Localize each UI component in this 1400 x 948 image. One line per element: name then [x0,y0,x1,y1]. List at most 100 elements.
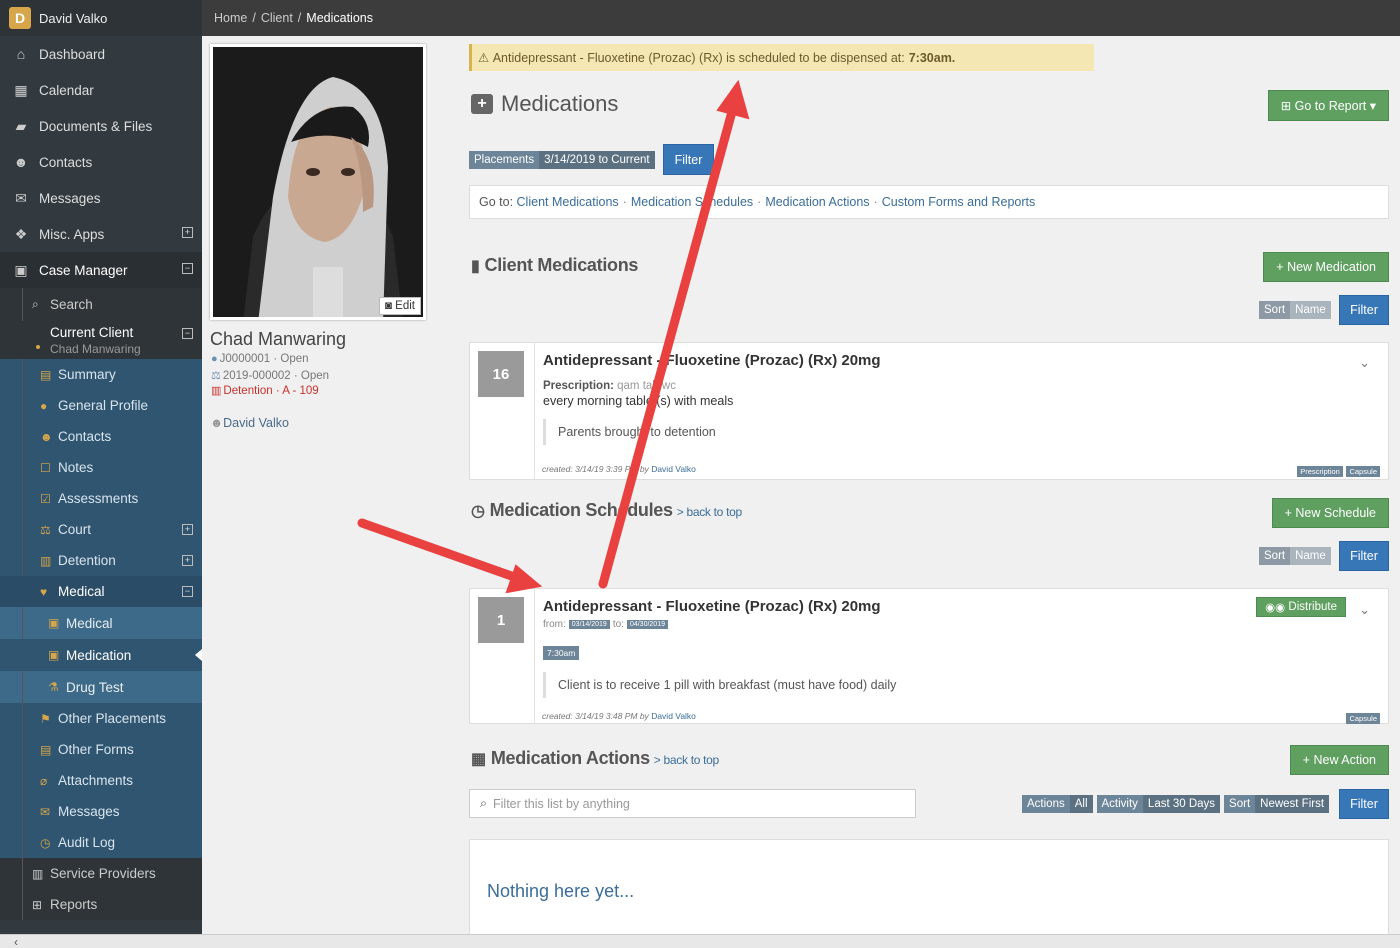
case-label: 2019-000002 · Open [222,370,330,382]
goto-client-medications-link[interactable]: Client Medications [517,195,619,209]
meta-author-link[interactable]: David Valko [651,711,696,721]
nav-case-manager[interactable]: ▣ Case Manager − [0,252,202,288]
heartbeat-icon: ♥ [40,584,48,599]
medkit-icon: + [471,94,493,114]
new-medication-button[interactable]: + New Medication [1263,252,1389,282]
nav-label: Other Forms [58,742,134,757]
nav-search[interactable]: ⌕ Search [0,288,202,321]
medications-filter-button[interactable]: Filter [1339,295,1389,325]
page-title: + Medications [471,91,618,117]
nav-assessments[interactable]: ☑ Assessments [0,483,202,514]
actions-filter-button[interactable]: Filter [1339,789,1389,819]
nav-label: Drug Test [66,679,124,695]
actions-sort-tag[interactable]: Sort Newest First [1224,795,1330,813]
chevron-down-icon[interactable]: ⌄ [1359,602,1370,618]
meta-author-link[interactable]: David Valko [651,464,696,474]
users-icon: ☻ [13,154,29,170]
goto-label: Go to: [479,195,514,209]
scroll-left-icon[interactable]: ‹ [14,935,18,948]
nav-messages[interactable]: ✉ Messages [0,180,202,216]
breadcrumb-client[interactable]: Client [261,11,293,25]
nav-audit-log[interactable]: ◷ Audit Log [0,827,202,858]
user-menu[interactable]: D David Valko [0,0,202,36]
note-icon: ☐ [40,460,51,475]
schedules-sort-tag[interactable]: Sort Name [1259,547,1331,565]
user-icon: ● [40,398,48,413]
goto-medication-schedules-link[interactable]: Medication Schedules [631,195,753,209]
meta-date: 3/14/19 3:39 PM by [575,464,649,474]
nav-general-profile[interactable]: ● General Profile [0,390,202,421]
expand-icon[interactable]: + [182,555,193,566]
annotation-arrow-right [357,518,543,594]
schedule-card[interactable]: 1 Antidepressant - Fluoxetine (Prozac) (… [469,588,1389,724]
nav-client-contacts[interactable]: ☻ Contacts [0,421,202,452]
nav-dashboard[interactable]: ⌂ Dashboard [0,36,202,72]
edit-photo-button[interactable]: ◙ Edit [379,297,421,315]
chevron-down-icon[interactable]: ⌄ [1359,355,1370,371]
expand-icon[interactable]: + [182,524,193,535]
expand-icon[interactable]: + [182,227,193,238]
medications-sort-tag[interactable]: Sort Name [1259,301,1331,319]
new-schedule-button[interactable]: + New Schedule [1271,498,1389,528]
capsule-badge: Capsule [1346,713,1380,724]
nav-notes[interactable]: ☐ Notes [0,452,202,483]
case-number-2[interactable]: ⚖ 2019-000002 · Open [211,369,329,382]
case-number-1[interactable]: ● J0000001 · Open [211,353,309,365]
goto-medication-actions-link[interactable]: Medication Actions [765,195,869,209]
nav-drug-test[interactable]: ⚗ Drug Test [0,671,202,703]
nav-calendar[interactable]: ▦ Calendar [0,72,202,108]
tag-label: Placements [469,151,540,169]
back-to-top-link[interactable]: > back to top [654,753,719,767]
actions-activity-tag[interactable]: Activity Last 30 Days [1096,795,1221,813]
nav-detention[interactable]: ▥ Detention + [0,545,202,576]
nav-other-forms[interactable]: ▤ Other Forms [0,734,202,765]
nav-contacts[interactable]: ☻ Contacts [0,144,202,180]
nav-current-client[interactable]: Current Client Chad Manwaring − [0,321,202,359]
nav-label: Service Providers [50,866,156,881]
case-worker[interactable]: ☻David Valko [210,416,289,430]
distribute-button[interactable]: ◉◉ Distribute [1256,597,1346,617]
detention-label: Detention · A - 109 [223,385,319,397]
nav-summary[interactable]: ▤ Summary [0,359,202,390]
nav-medical-sub[interactable]: ▣ Medical [0,607,202,639]
new-action-button[interactable]: + New Action [1289,745,1389,775]
goto-custom-forms-link[interactable]: Custom Forms and Reports [882,195,1036,209]
nav-misc-apps[interactable]: ❖ Misc. Apps + [0,216,202,252]
nav-court[interactable]: ⚖ Court + [0,514,202,545]
nav-reports[interactable]: ⊞ Reports [0,889,202,920]
nav-medication[interactable]: ▣ Medication [0,639,202,671]
breadcrumb-home[interactable]: Home [214,11,247,25]
nav-documents[interactable]: ▰ Documents & Files [0,108,202,144]
actions-type-tag[interactable]: Actions All [1022,795,1093,813]
nav-label: Messages [58,804,120,819]
schedules-filter-button[interactable]: Filter [1339,541,1389,571]
nav-label: Dashboard [39,46,106,62]
to-label: to: [612,619,624,630]
back-to-top-link[interactable]: > back to top [677,505,742,519]
detention-status[interactable]: ▥ Detention · A - 109 [211,384,319,397]
horizontal-scrollbar[interactable]: ‹ [0,934,1400,948]
from-date: 03/14/2019 [568,620,610,629]
capsule-badge: Capsule [1346,466,1380,477]
medication-card[interactable]: 16 Antidepressant - Fluoxetine (Prozac) … [469,342,1389,480]
nav-client-messages[interactable]: ✉ Messages [0,796,202,827]
nav-attachments[interactable]: ⌀ Attachments [0,765,202,796]
nav-other-placements[interactable]: ⚑ Other Placements [0,703,202,734]
nav-label: Other Placements [58,711,167,726]
collapse-icon[interactable]: − [182,586,193,597]
medication-title: Antidepressant - Fluoxetine (Prozac) (Rx… [543,352,881,369]
actions-filter-tags: Actions All Activity Last 30 Days Sort Newe… [1022,795,1330,813]
tag-value: Last 30 Days [1142,795,1221,813]
placements-filter-button[interactable]: Filter [663,144,714,175]
comments-icon: ✉ [40,804,51,819]
nav-label: Detention [58,553,116,568]
user-name: David Valko [39,10,108,26]
nav-label: Messages [39,190,101,206]
collapse-icon[interactable]: − [182,328,193,339]
collapse-icon[interactable]: − [182,263,193,274]
nav-service-providers[interactable]: ▥ Service Providers [0,858,202,889]
actions-filter-input[interactable]: ⌕ Filter this list by anything [469,789,916,818]
placements-filter-tag[interactable]: Placements 3/14/2019 to Current [469,151,655,169]
go-to-report-button[interactable]: ⊞ Go to Report ▾ [1267,90,1389,121]
nav-medical[interactable]: ♥ Medical − [0,576,202,607]
